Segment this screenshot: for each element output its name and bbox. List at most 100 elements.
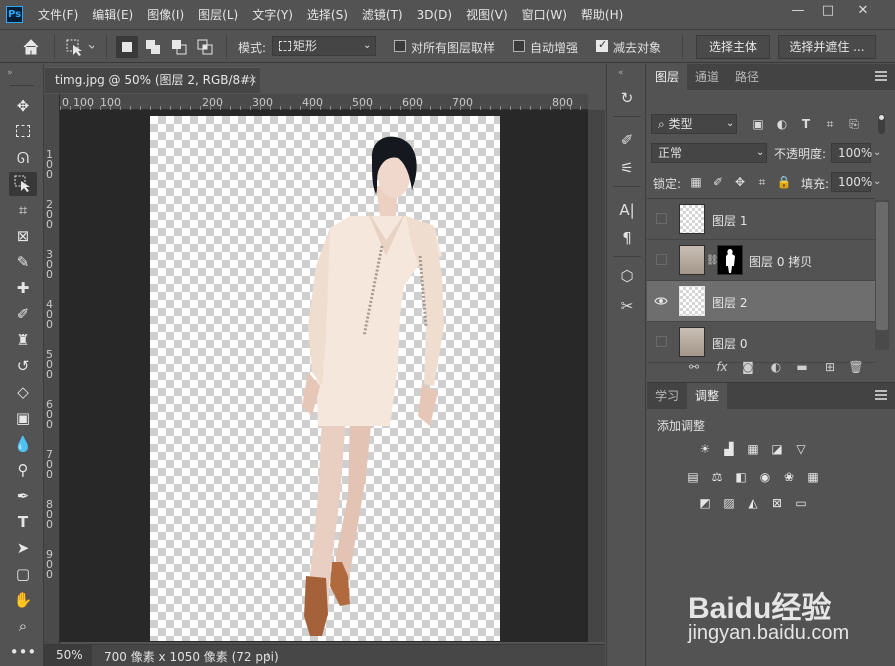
blur-tool-icon[interactable]: 💧 [9, 432, 37, 456]
layer-mask-thumbnail[interactable] [717, 245, 743, 275]
menu-window[interactable]: 窗口(W) [515, 0, 574, 30]
minimize-button[interactable]: — [783, 0, 813, 22]
levels-icon[interactable]: ▟ [721, 441, 737, 457]
tab-paths[interactable]: 路径 [727, 64, 767, 90]
opacity-field[interactable]: 100% [831, 143, 872, 163]
menu-select[interactable]: 选择(S) [300, 0, 355, 30]
filter-pixel-icon[interactable]: ▣ [749, 115, 767, 133]
close-tab-icon[interactable]: × [248, 73, 257, 86]
close-window-button[interactable]: ✕ [848, 0, 878, 22]
tab-channels[interactable]: 通道 [687, 64, 727, 90]
invert-icon[interactable]: ◩ [697, 495, 713, 511]
layer-filter-select[interactable]: ⌕ 类型 ⌄ [651, 114, 737, 134]
hand-tool-icon[interactable]: ✋ [9, 588, 37, 612]
tab-layers[interactable]: 图层 [647, 64, 688, 90]
lock-image-icon[interactable]: ✐ [709, 173, 727, 191]
collapse-dock-icon[interactable]: « [618, 68, 624, 78]
home-button[interactable] [20, 36, 42, 58]
adjustment-icon[interactable]: ◐ [767, 358, 785, 376]
eye-icon[interactable] [654, 294, 668, 308]
document-tab[interactable]: timg.jpg @ 50% (图层 2, RGB/8#) * [45, 67, 260, 111]
document-canvas[interactable] [150, 116, 500, 641]
tool-preset-picker[interactable] [64, 36, 96, 58]
menu-type[interactable]: 文字(Y) [245, 0, 300, 30]
menu-file[interactable]: 文件(F) [31, 0, 85, 30]
auto-enhance-checkbox[interactable] [513, 40, 525, 52]
frame-tool-icon[interactable]: ⊠ [9, 224, 37, 248]
vertical-ruler[interactable]: 1 0 0 2 0 0 3 0 0 4 0 0 5 0 0 6 0 0 7 0 … [44, 94, 60, 644]
vertical-scrollbar[interactable] [588, 110, 605, 642]
add-to-selection-button[interactable] [142, 36, 164, 58]
paragraph-panel-icon[interactable]: ¶ [615, 226, 639, 250]
zoom-level-field[interactable]: 50% [44, 645, 92, 666]
new-selection-button[interactable] [116, 36, 138, 58]
lock-artboard-icon[interactable]: ⌗ [753, 173, 771, 191]
crop-tool-icon[interactable]: ⌗ [9, 198, 37, 222]
subtract-object-checkbox[interactable] [596, 38, 608, 52]
select-subject-button[interactable]: 选择主体 [696, 35, 770, 59]
vibrance-icon[interactable]: ▽ [793, 441, 809, 457]
fill-field[interactable]: 100% [831, 172, 872, 192]
new-layer-icon[interactable]: ⊞ [821, 358, 839, 376]
zoom-tool-icon[interactable]: ⌕ [9, 614, 37, 638]
brush-tool-icon[interactable]: ✐ [9, 302, 37, 326]
character-panel-icon[interactable]: A| [615, 198, 639, 222]
visibility-toggle[interactable] [656, 336, 667, 347]
mode-select[interactable]: 矩形 ⌄ [272, 36, 376, 56]
subtract-from-selection-button[interactable] [168, 36, 190, 58]
object-selection-tool-icon[interactable] [9, 172, 37, 196]
horizontal-ruler[interactable]: 0 100 100 200 300 400 500 600 700 800 [60, 94, 588, 110]
opacity-dropdown-icon[interactable]: ⌄ [873, 143, 887, 163]
gradient-map-icon[interactable]: ▭ [793, 495, 809, 511]
layer-row[interactable]: 图层 0 [647, 322, 875, 363]
brush-presets-icon[interactable]: ⚟ [615, 156, 639, 180]
select-and-mask-button[interactable]: 选择并遮住 ... [778, 35, 876, 59]
trash-icon[interactable]: 🗑 [847, 358, 865, 376]
color-lookup-icon[interactable]: ▦ [805, 469, 821, 485]
link-icon[interactable]: ⚯ [685, 358, 703, 376]
menu-3d[interactable]: 3D(D) [410, 0, 459, 30]
tool-presets-icon[interactable]: ✂ [615, 294, 639, 318]
history-brush-tool-icon[interactable]: ↺ [9, 354, 37, 378]
intersect-selection-button[interactable] [194, 36, 216, 58]
menu-image[interactable]: 图像(I) [140, 0, 191, 30]
visibility-toggle[interactable] [656, 254, 667, 265]
lock-transparent-icon[interactable]: ▦ [687, 173, 705, 191]
lock-position-icon[interactable]: ✥ [731, 173, 749, 191]
tab-adjustments[interactable]: 调整 [687, 383, 728, 409]
curves-icon[interactable]: ▦ [745, 441, 761, 457]
channel-mixer-icon[interactable]: ❀ [781, 469, 797, 485]
sample-all-layers-checkbox[interactable] [394, 40, 406, 52]
document-size-info[interactable]: 700 像素 x 1050 像素 (72 ppi) [104, 648, 279, 665]
photo-filter-icon[interactable]: ◉ [757, 469, 773, 485]
color-balance-icon[interactable]: ⚖ [709, 469, 725, 485]
filter-smart-object-icon[interactable]: ⎘ [845, 115, 863, 133]
dodge-tool-icon[interactable]: ⚲ [9, 458, 37, 482]
menu-filter[interactable]: 滤镜(T) [355, 0, 410, 30]
filter-type-icon[interactable]: T [797, 115, 815, 133]
status-menu-arrow-icon[interactable]: › [266, 648, 271, 662]
3d-panel-icon[interactable]: ⬡ [615, 264, 639, 288]
type-tool-icon[interactable]: T [9, 510, 37, 534]
more-tools-icon[interactable]: ••• [9, 640, 37, 664]
filter-shape-icon[interactable]: ⌗ [821, 115, 839, 133]
lasso-tool-icon[interactable]: ᘏ [9, 146, 37, 170]
posterize-icon[interactable]: ▨ [721, 495, 737, 511]
menu-layer[interactable]: 图层(L) [191, 0, 245, 30]
clone-stamp-tool-icon[interactable]: ♜ [9, 328, 37, 352]
folder-icon[interactable]: ▬ [793, 358, 811, 376]
layer-row[interactable]: 图层 1 [647, 199, 875, 240]
eyedropper-tool-icon[interactable]: ✎ [9, 250, 37, 274]
brush-settings-icon[interactable]: ✐ [615, 128, 639, 152]
panel-menu-icon[interactable] [875, 71, 887, 81]
history-panel-icon[interactable]: ↻ [615, 86, 639, 110]
pen-tool-icon[interactable]: ✒ [9, 484, 37, 508]
gradient-tool-icon[interactable]: ▣ [9, 406, 37, 430]
exposure-icon[interactable]: ◪ [769, 441, 785, 457]
layers-scrollbar-thumb[interactable] [876, 202, 888, 330]
tab-learn[interactable]: 学习 [647, 383, 687, 409]
fill-dropdown-icon[interactable]: ⌄ [873, 172, 887, 192]
marquee-tool-icon[interactable] [9, 120, 37, 144]
layer-row[interactable]: ⛓ 图层 0 拷贝 [647, 240, 875, 281]
collapse-toolbar-icon[interactable]: » [7, 68, 13, 78]
